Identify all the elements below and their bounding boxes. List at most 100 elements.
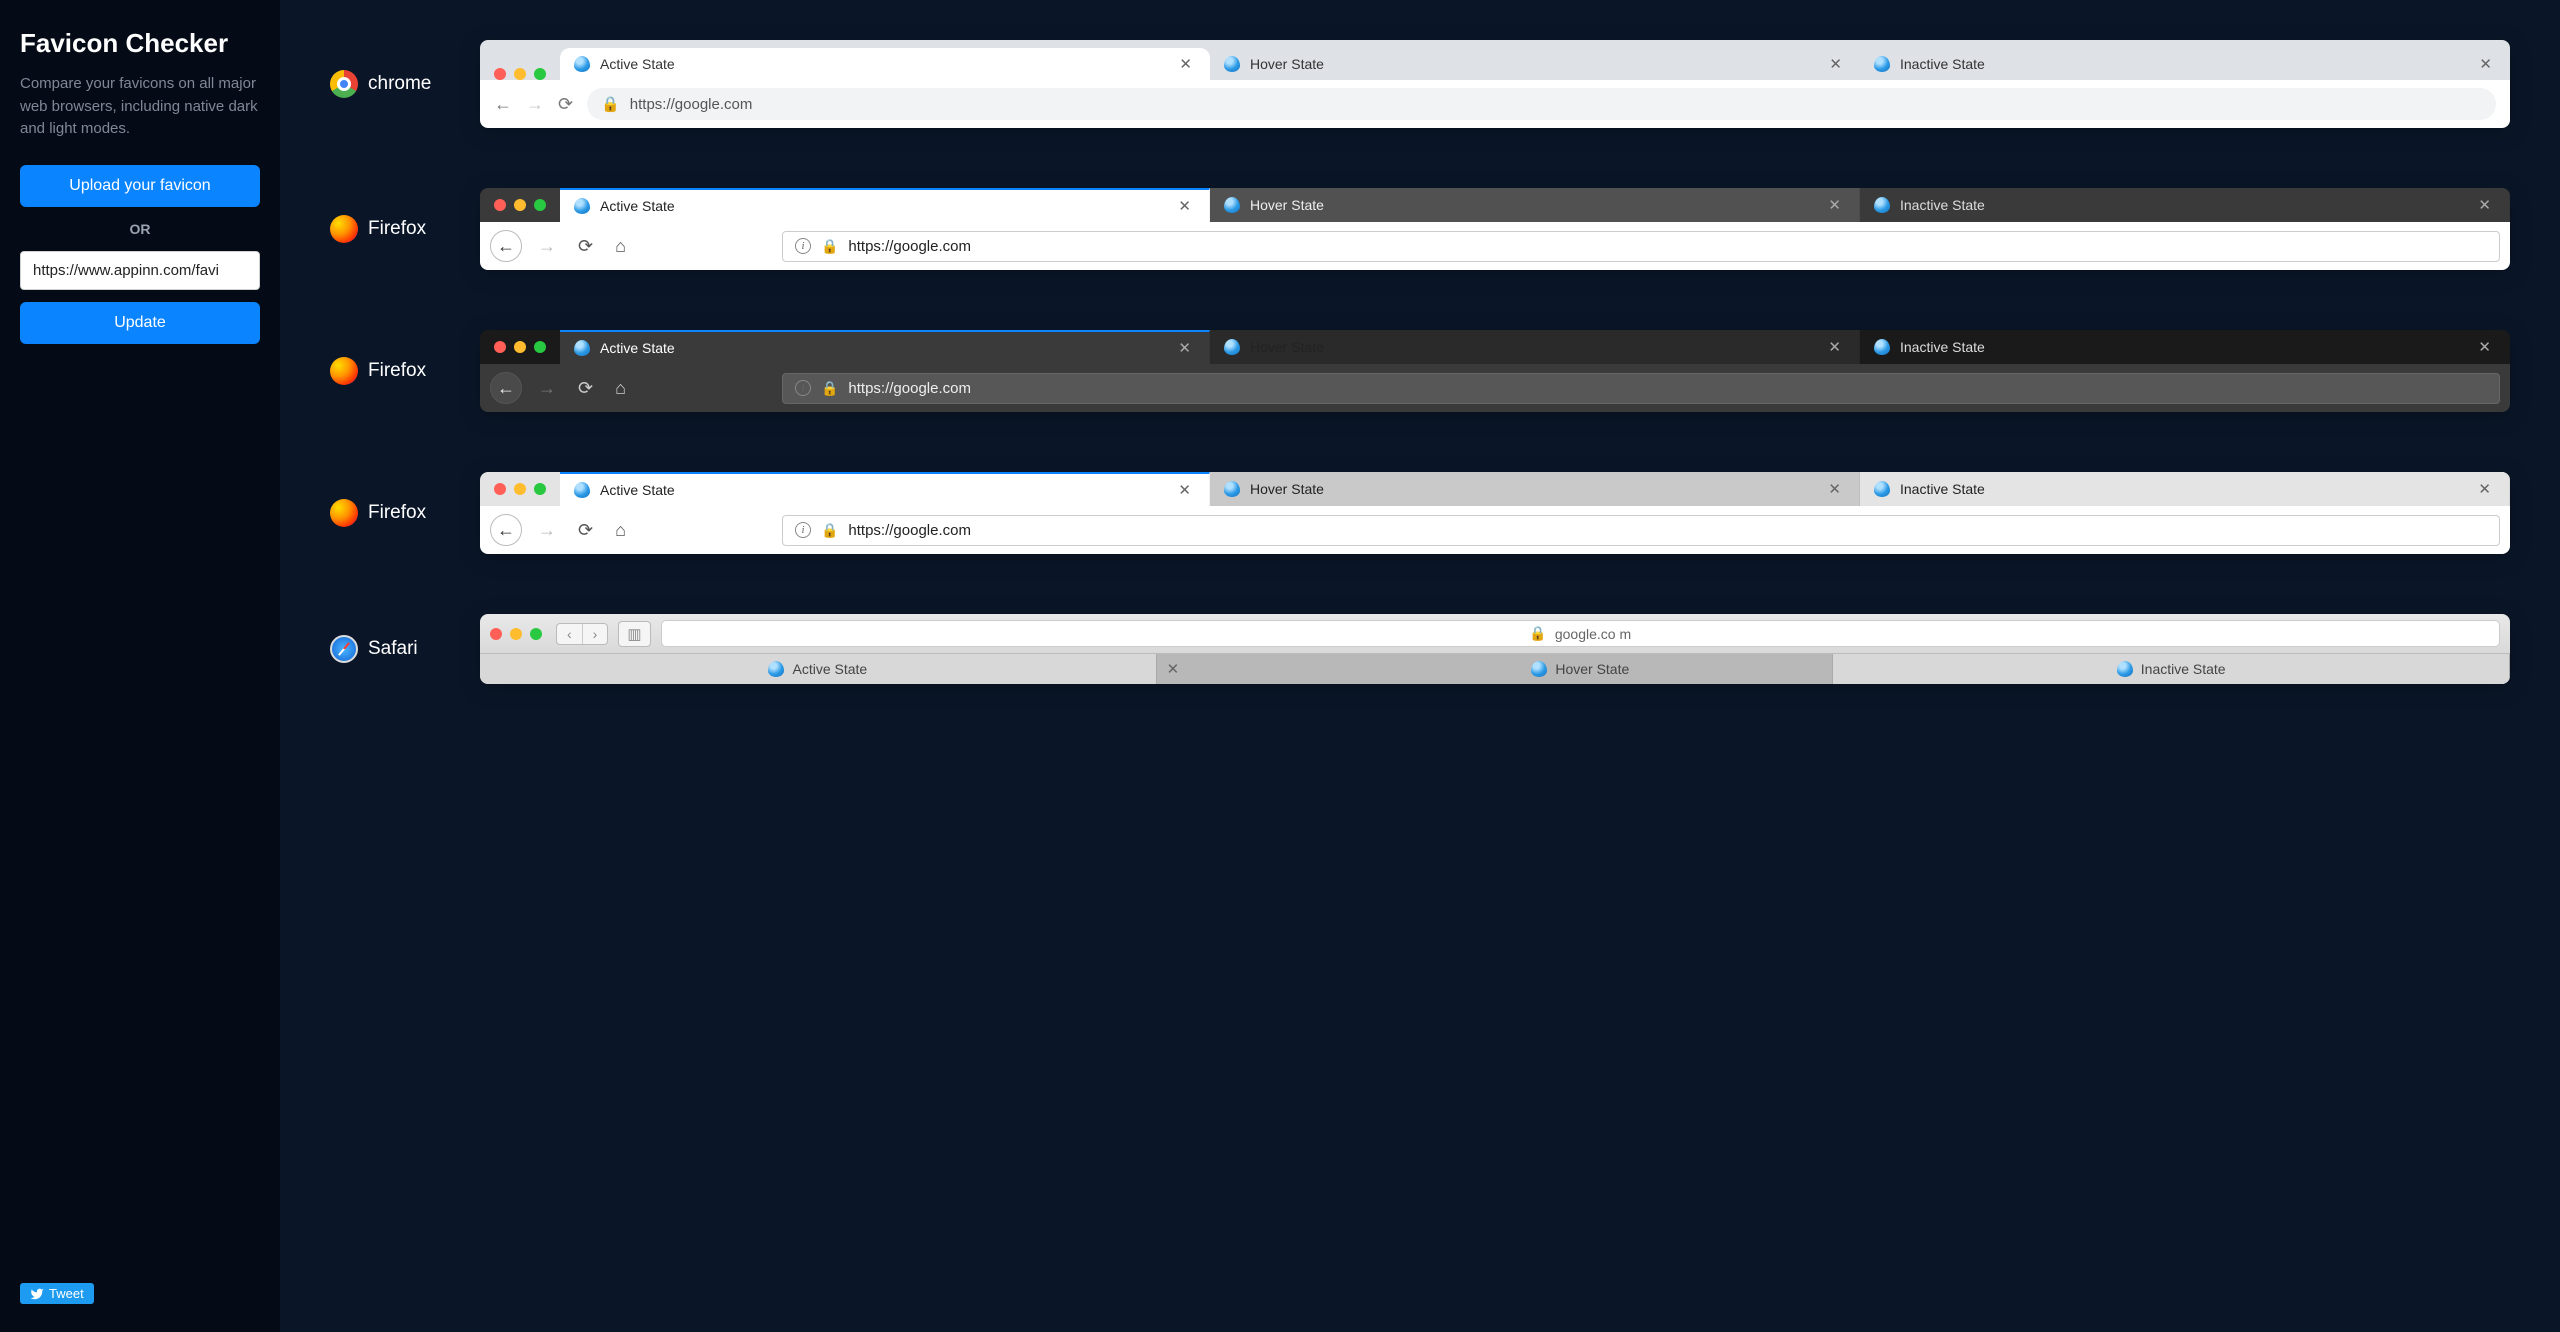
browser-label-firefox: Firefox	[330, 215, 450, 243]
forward-icon[interactable]: →	[532, 236, 562, 257]
favicon-icon	[1874, 339, 1890, 355]
back-icon[interactable]: ←	[490, 230, 522, 262]
back-icon[interactable]: ‹	[557, 624, 582, 644]
home-icon[interactable]: ⌂	[609, 520, 632, 541]
tweet-button[interactable]: Tweet	[20, 1283, 94, 1304]
info-icon[interactable]: i	[795, 522, 811, 538]
close-icon[interactable]: ✕	[1824, 338, 1845, 356]
close-icon[interactable]: ✕	[2474, 480, 2495, 498]
tab-inactive[interactable]: Inactive State ✕	[1860, 188, 2510, 222]
favicon-icon	[1224, 197, 1240, 213]
tab-active[interactable]: Active State	[480, 654, 1157, 684]
close-icon[interactable]: ✕	[1174, 339, 1195, 357]
firefox-tabstrip: Active State ✕ Hover State ✕ Inactive St…	[480, 188, 2510, 222]
tab-hover[interactable]: ✕ Hover State	[1157, 654, 1834, 684]
favicon-icon	[1224, 56, 1240, 72]
address-bar[interactable]: i 🔒 https://google.com	[782, 231, 2500, 262]
info-icon[interactable]: i	[795, 238, 811, 254]
tab-hover[interactable]: Hover State ✕	[1210, 330, 1860, 364]
firefox-tabstrip: Active State ✕ Hover State ✕ Inactive St…	[480, 472, 2510, 506]
favicon-icon	[1224, 339, 1240, 355]
favicon-icon	[574, 482, 590, 498]
close-window-icon[interactable]	[494, 341, 506, 353]
back-icon[interactable]: ←	[490, 372, 522, 404]
close-window-icon[interactable]	[494, 199, 506, 211]
sidebar-toggle-icon[interactable]: ▥	[618, 621, 650, 647]
url-input[interactable]	[20, 251, 260, 290]
minimize-window-icon[interactable]	[514, 483, 526, 495]
reload-icon[interactable]: ⟳	[572, 236, 599, 257]
upload-button[interactable]: Upload your favicon	[20, 165, 260, 207]
tab-inactive[interactable]: Inactive State ✕	[1860, 472, 2510, 506]
maximize-window-icon[interactable]	[534, 199, 546, 211]
close-icon[interactable]: ✕	[1174, 197, 1195, 215]
tab-active[interactable]: Active State ✕	[560, 48, 1210, 80]
close-icon[interactable]: ✕	[2474, 196, 2495, 214]
favicon-icon	[1874, 56, 1890, 72]
back-icon[interactable]: ←	[490, 514, 522, 546]
close-icon[interactable]: ✕	[1824, 480, 1845, 498]
address-bar[interactable]: i 🔒 https://google.com	[782, 515, 2500, 546]
close-window-icon[interactable]	[490, 628, 502, 640]
firefox-preview-a: Active State ✕ Hover State ✕ Inactive St…	[480, 188, 2510, 270]
safari-toolbar: ‹ › ▥ 🔒 google.co m	[480, 614, 2510, 654]
browser-label-firefox: Firefox	[330, 499, 450, 527]
close-icon[interactable]: ✕	[1824, 196, 1845, 214]
tab-active[interactable]: Active State ✕	[560, 188, 1210, 222]
lock-icon: 🔒	[1529, 625, 1546, 642]
traffic-lights	[480, 68, 560, 80]
chrome-icon	[330, 70, 358, 98]
reload-icon[interactable]: ⟳	[572, 520, 599, 541]
minimize-window-icon[interactable]	[514, 68, 526, 80]
tab-inactive[interactable]: Inactive State ✕	[1860, 330, 2510, 364]
address-url: https://google.com	[848, 238, 971, 255]
close-window-icon[interactable]	[494, 68, 506, 80]
reload-icon[interactable]: ⟳	[572, 378, 599, 399]
home-icon[interactable]: ⌂	[609, 236, 632, 257]
home-icon[interactable]: ⌂	[609, 378, 632, 399]
close-icon[interactable]: ✕	[2475, 55, 2496, 73]
maximize-window-icon[interactable]	[534, 341, 546, 353]
chrome-preview: Active State ✕ Hover State ✕ Inactive St…	[480, 40, 2510, 128]
tab-hover[interactable]: Hover State ✕	[1210, 188, 1860, 222]
maximize-window-icon[interactable]	[534, 68, 546, 80]
tab-active[interactable]: Active State ✕	[560, 330, 1210, 364]
twitter-icon	[30, 1287, 44, 1301]
minimize-window-icon[interactable]	[514, 341, 526, 353]
tab-inactive[interactable]: Inactive State ✕	[1860, 48, 2510, 80]
close-icon[interactable]: ✕	[1825, 55, 1846, 73]
browser-label-safari: Safari	[330, 635, 450, 663]
address-url: https://google.com	[848, 380, 971, 397]
close-icon[interactable]: ✕	[1157, 660, 1184, 678]
maximize-window-icon[interactable]	[534, 483, 546, 495]
back-icon[interactable]: ←	[494, 94, 512, 115]
update-button[interactable]: Update	[20, 302, 260, 344]
forward-icon[interactable]: →	[532, 378, 562, 399]
address-url: https://google.com	[630, 96, 753, 113]
close-icon[interactable]: ✕	[1174, 481, 1195, 499]
forward-icon[interactable]: ›	[582, 624, 608, 644]
minimize-window-icon[interactable]	[514, 199, 526, 211]
info-icon[interactable]: i	[795, 380, 811, 396]
safari-tabstrip: Active State ✕ Hover State Inactive Stat…	[480, 654, 2510, 684]
favicon-icon	[1224, 481, 1240, 497]
minimize-window-icon[interactable]	[510, 628, 522, 640]
address-bar[interactable]: 🔒 https://google.com	[587, 88, 2496, 120]
close-icon[interactable]: ✕	[1175, 55, 1196, 73]
reload-icon[interactable]: ⟳	[558, 94, 573, 115]
browser-label-firefox: Firefox	[330, 357, 450, 385]
tab-hover[interactable]: Hover State ✕	[1210, 48, 1860, 80]
forward-icon[interactable]: →	[526, 94, 544, 115]
address-bar[interactable]: i 🔒 https://google.com	[782, 373, 2500, 404]
maximize-window-icon[interactable]	[530, 628, 542, 640]
tab-hover[interactable]: Hover State ✕	[1210, 472, 1860, 506]
forward-icon[interactable]: →	[532, 520, 562, 541]
address-bar[interactable]: 🔒 google.co m	[661, 620, 2500, 647]
lock-icon: 🔒	[601, 95, 620, 113]
close-window-icon[interactable]	[494, 483, 506, 495]
tab-active[interactable]: Active State ✕	[560, 472, 1210, 506]
tab-inactive[interactable]: Inactive State	[1833, 654, 2510, 684]
close-icon[interactable]: ✕	[2474, 338, 2495, 356]
preview-row-firefox-a: Firefox Active State ✕ Hover State ✕	[330, 188, 2510, 270]
safari-icon	[330, 635, 358, 663]
